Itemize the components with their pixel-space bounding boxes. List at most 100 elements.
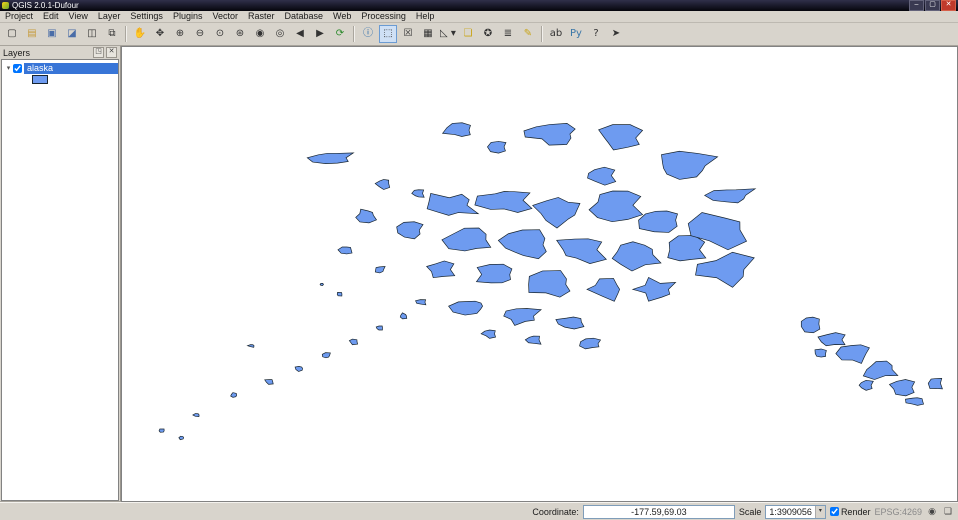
menu-item[interactable]: Plugins [168, 11, 208, 22]
scale-combo[interactable]: 1:3909056 ▾ [765, 504, 826, 519]
menu-item[interactable]: Database [280, 11, 329, 22]
navigation-toolbar-group: ✋ ✥ ⊕ ⊖ ⊙ ⊛ ◉ ◎ ◀ ▶ ⟳ [130, 25, 350, 43]
expander-icon[interactable]: ▾ [4, 64, 13, 72]
app-icon [2, 2, 9, 9]
menu-item[interactable]: Web [328, 11, 356, 22]
crs-status-icon[interactable]: ◉ [926, 507, 938, 517]
menu-item[interactable]: Layer [93, 11, 126, 22]
python-console-button[interactable]: Py [567, 25, 585, 43]
layer-visibility-checkbox[interactable] [13, 63, 22, 73]
attribute-table-button[interactable]: ▦ [419, 25, 437, 43]
menu-item[interactable]: Vector [207, 11, 243, 22]
menu-item[interactable]: View [64, 11, 93, 22]
scale-value: 1:3909056 [769, 506, 812, 517]
map-polygon [667, 235, 707, 262]
log-messages-icon[interactable]: ❏ [942, 507, 954, 517]
coordinate-field[interactable]: -177.59,69.03 [582, 504, 735, 519]
layers-panel-header: Layers ◳ ✕ [0, 46, 120, 59]
attributes-toolbar-group: ⓘ⬚ ▾☒▦◺ ▾❏✪≣✎ [358, 25, 538, 55]
refresh-button[interactable]: ⟳ [331, 25, 349, 43]
chevron-down-icon[interactable]: ▾ [814, 505, 825, 518]
map-canvas[interactable] [121, 46, 958, 502]
map-polygon [817, 332, 846, 347]
qgis-window: QGIS 2.0.1-Dufour – ▢ ✕ Project Edit View L… [0, 0, 958, 520]
zoom-last-button[interactable]: ◀ [291, 25, 309, 43]
layer-item-alaska[interactable]: ▾ alaska [4, 62, 118, 74]
new-print-composer-button[interactable]: ◫ [83, 25, 101, 43]
window-title: QGIS 2.0.1-Dufour [12, 1, 79, 10]
save-project-button[interactable]: ▣ [43, 25, 61, 43]
menu-item[interactable]: Raster [243, 11, 280, 22]
measure-button[interactable]: ◺ ▾ [439, 25, 457, 43]
map-polygon [399, 312, 408, 320]
map-polygon [579, 337, 602, 350]
map-polygon [800, 316, 821, 334]
menu-item[interactable]: Help [411, 11, 440, 22]
map-polygon [555, 316, 585, 330]
pan-to-selection-button[interactable]: ✥ [151, 25, 169, 43]
pan-map-button[interactable]: ✋ [131, 25, 149, 43]
show-bookmarks-button[interactable]: ≣ [499, 25, 517, 43]
deselect-button[interactable]: ☒ [399, 25, 417, 43]
pointer-button[interactable]: ➤ [607, 25, 625, 43]
map-polygon [858, 379, 874, 391]
map-polygon [264, 379, 274, 385]
identify-button[interactable]: ⓘ [359, 25, 377, 43]
open-project-button[interactable]: ▤ [23, 25, 41, 43]
map-polygon [862, 360, 899, 380]
toolbar-separator [125, 26, 127, 42]
render-label: Render [840, 506, 871, 517]
toolbar-separator [353, 26, 355, 42]
minimize-button[interactable]: – [909, 0, 924, 11]
whats-this-button[interactable]: ? [587, 25, 605, 43]
map-tips-button[interactable]: ❏ [459, 25, 477, 43]
labeling-button[interactable]: ab [547, 25, 565, 43]
map-polygon [294, 366, 303, 372]
composer-manager-button[interactable]: ⧉ [103, 25, 121, 43]
map-polygon [306, 152, 355, 164]
map-polygon [337, 246, 353, 255]
select-features-button[interactable]: ⬚ ▾ [379, 25, 397, 55]
crs-label: EPSG:4269 [874, 506, 922, 517]
map-polygon [497, 229, 547, 260]
zoom-to-layer-button[interactable]: ◎ [271, 25, 289, 43]
maximize-button[interactable]: ▢ [925, 0, 940, 11]
zoom-out-button[interactable]: ⊖ [191, 25, 209, 43]
new-project-button[interactable]: ▢ [3, 25, 21, 43]
new-bookmark-button[interactable]: ✪ [479, 25, 497, 43]
annotation-button[interactable]: ✎ [519, 25, 537, 43]
render-toggle: Render [829, 506, 871, 517]
zoom-next-button[interactable]: ▶ [311, 25, 329, 43]
panel-close-button[interactable]: ✕ [106, 47, 117, 58]
map-polygon [415, 299, 427, 306]
zoom-to-selection-button[interactable]: ◉ [251, 25, 269, 43]
map-polygon [528, 270, 571, 298]
map-svg [158, 122, 943, 441]
map-polygon [411, 189, 425, 198]
menu-item[interactable]: Processing [356, 11, 411, 22]
zoom-full-button[interactable]: ⊛ [231, 25, 249, 43]
map-polygon [487, 141, 507, 154]
render-checkbox[interactable] [829, 507, 839, 516]
map-polygon [524, 335, 542, 345]
map-polygon [598, 124, 644, 151]
map-polygon [814, 348, 827, 358]
map-polygon [448, 300, 483, 316]
zoom-in-button[interactable]: ⊕ [171, 25, 189, 43]
map-polygon [631, 276, 677, 302]
file-toolbar-group: ▢ ▤ ▣ ◪ ◫ ⧉ [2, 25, 122, 43]
menu-item[interactable]: Edit [38, 11, 64, 22]
map-polygon [355, 208, 378, 224]
map-polygon [426, 192, 480, 216]
zoom-native-button[interactable]: ⊙ [211, 25, 229, 43]
panel-float-button[interactable]: ◳ [93, 47, 104, 58]
menu-item[interactable]: Settings [125, 11, 168, 22]
coordinate-label: Coordinate: [532, 506, 579, 517]
map-polygon [835, 344, 870, 364]
layer-name[interactable]: alaska [24, 62, 118, 74]
map-polygon [588, 190, 644, 223]
map-polygon [523, 123, 576, 146]
menu-item[interactable]: Project [0, 11, 38, 22]
close-button[interactable]: ✕ [941, 0, 956, 11]
save-project-as-button[interactable]: ◪ [63, 25, 81, 43]
